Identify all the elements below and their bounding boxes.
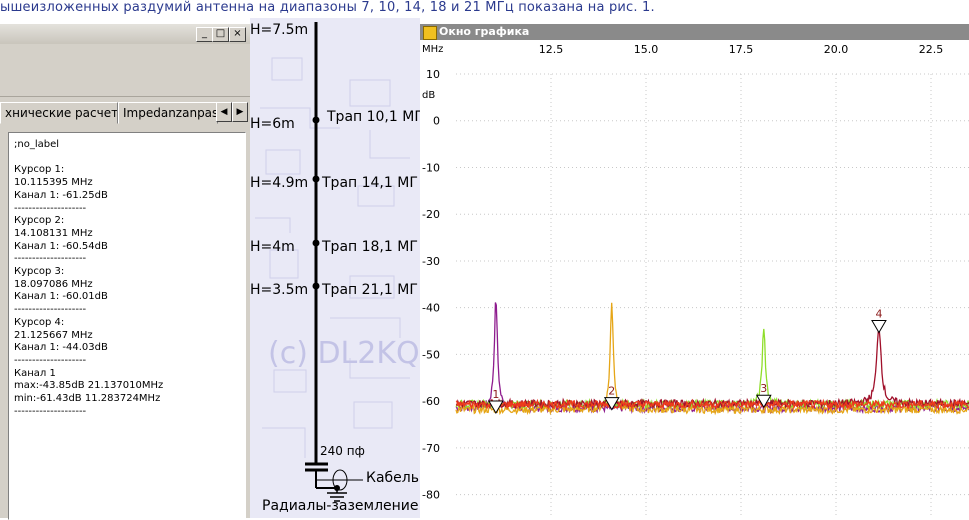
page-caption: ышеизложенных раздумий антенна на диапаз… xyxy=(0,0,969,18)
maximize-button[interactable]: □ xyxy=(212,27,229,42)
y-tick-label: -40 xyxy=(422,302,440,315)
y-tick-label: -20 xyxy=(422,208,440,221)
height-label: H=6m xyxy=(250,116,295,132)
x-tick-label: 12.5 xyxy=(539,43,564,56)
tab-strip: хнические расчеты Impedanzanpas ◀ ▶ xyxy=(0,102,250,124)
readout-line: 10.115395 MHz xyxy=(14,177,93,189)
x-tick-label: 15.0 xyxy=(634,43,659,56)
cursor-marker-label: 4 xyxy=(875,308,882,321)
readout-line: max:-43.85dB 21.137010MHz xyxy=(14,380,164,392)
chart-icon xyxy=(423,26,437,40)
height-label: H=3.5m xyxy=(250,282,309,298)
readout-line: 21.125667 MHz xyxy=(14,329,93,341)
capacitor-label: 240 пф xyxy=(320,444,365,458)
tab-calculations[interactable]: хнические расчеты xyxy=(0,102,118,124)
cable-label: Кабель xyxy=(366,470,419,486)
readout-line: Канал 1 xyxy=(14,367,56,379)
x-tick-label: 22.5 xyxy=(919,43,944,56)
plot-area xyxy=(456,74,969,518)
readout-line: Канал 1: -61.25dB xyxy=(14,189,108,201)
y-tick-label: -50 xyxy=(422,348,440,361)
y-tick-label: -60 xyxy=(422,395,440,408)
radials-label: Радиалы-заземление xyxy=(262,498,419,514)
trap-label: Трап 14,1 МГ xyxy=(322,175,418,191)
tab-scroll-left-icon[interactable]: ◀ xyxy=(216,102,232,122)
readout-line: 14.108131 MHz xyxy=(14,227,93,239)
graph-window-titlebar[interactable]: Окно графика xyxy=(420,24,969,40)
readout-line: Курсор 4: xyxy=(14,316,65,328)
results-window-toolbar xyxy=(0,44,250,97)
readout-line: -------------------- xyxy=(14,354,87,366)
cursor-readout-textbox[interactable]: ;no_label Курсор 1: 10.115395 MHz Канал 1: … xyxy=(8,132,246,520)
graph-window: Окно графика 12.5 15.0 17.5 20.0 22.5 10 0 -10 -… xyxy=(420,24,969,518)
readout-line: Канал 1: -60.01dB xyxy=(14,291,108,303)
trap-label: Трап 18,1 МГ xyxy=(322,239,418,255)
cursor-marker-label: 1 xyxy=(492,388,499,401)
spectrum-chart[interactable]: 12.5 15.0 17.5 20.0 22.5 10 0 -10 -20 -30 -40 -50 -6… xyxy=(420,40,969,518)
x-unit-label: MHz xyxy=(422,44,443,55)
y-tick-label: 10 xyxy=(426,68,440,81)
trap-label: Трап 21,1 МГ xyxy=(322,282,418,298)
readout-line: Канал 1: -60.54dB xyxy=(14,240,108,252)
readout-line: Курсор 3: xyxy=(14,266,65,277)
readout-line: min:-61.43dB 11.283724MHz xyxy=(14,393,161,404)
readout-line: Канал 1: -44.03dB xyxy=(14,342,108,354)
y-tick-label: 0 xyxy=(433,115,440,128)
antenna-mast xyxy=(305,22,363,502)
x-tick-label: 17.5 xyxy=(729,43,754,56)
y-tick-label: -30 xyxy=(422,255,440,268)
readout-line: -------------------- xyxy=(14,253,87,265)
tab-scroll-right-icon[interactable]: ▶ xyxy=(232,102,248,122)
tab-impedance[interactable]: Impedanzanpas xyxy=(118,102,218,124)
readout-line: 18.097086 MHz xyxy=(14,278,93,290)
x-tick-label: 20.0 xyxy=(824,43,849,56)
results-window-titlebar[interactable]: _ □ × xyxy=(0,24,250,45)
watermark: (c) DL2KQ xyxy=(268,336,420,371)
y-unit-label: dB xyxy=(422,90,435,101)
readout-line: Курсор 2: xyxy=(14,215,65,227)
readout-line: ;no_label xyxy=(14,139,60,150)
cursor-marker-label: 3 xyxy=(760,382,767,395)
minimize-button[interactable]: _ xyxy=(196,27,213,42)
cursor-marker-label: 2 xyxy=(608,385,615,398)
close-button[interactable]: × xyxy=(229,27,246,42)
y-tick-label: -80 xyxy=(422,489,440,502)
results-window: _ □ × хнические расчеты Impedanzanpas ◀ … xyxy=(0,24,251,520)
trap-label: Трап 10,1 МГц xyxy=(327,109,420,125)
height-label: H=7.5m xyxy=(250,22,309,38)
height-label: H=4.9m xyxy=(250,175,309,191)
readout-line: -------------------- xyxy=(14,202,87,214)
y-tick-label: -70 xyxy=(422,442,440,455)
readout-line: Курсор 1: xyxy=(14,164,65,176)
height-label: H=4m xyxy=(250,239,295,255)
antenna-diagram: (c) DL2KQ H=7.5m H=6m H=4.9m H=4m H=3.5m… xyxy=(250,18,420,518)
y-tick-label: -10 xyxy=(422,161,440,174)
readout-line: -------------------- xyxy=(14,405,87,417)
graph-window-title: Окно графика xyxy=(439,25,530,38)
readout-line: -------------------- xyxy=(14,304,87,316)
